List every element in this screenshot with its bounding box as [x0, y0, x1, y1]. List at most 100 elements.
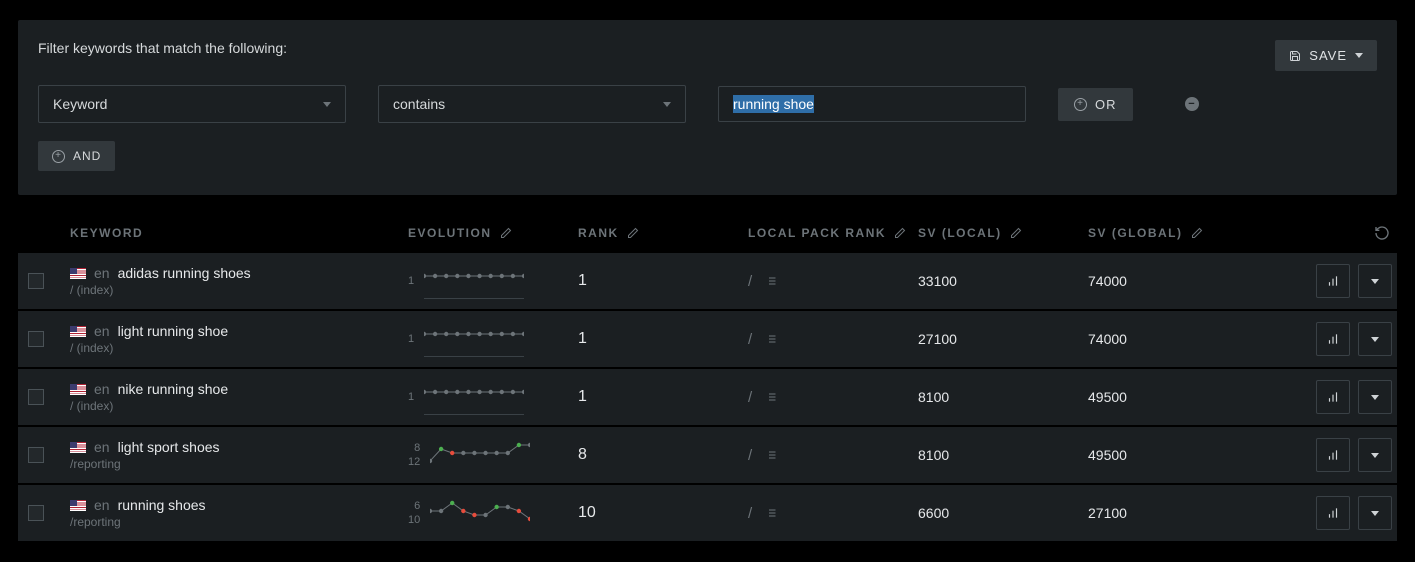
evolution-cell: 812: [408, 441, 578, 470]
local-pack-value: /: [748, 331, 752, 348]
language-code: en: [94, 265, 110, 281]
local-pack-value: /: [748, 273, 752, 290]
chevron-down-icon: [1371, 511, 1379, 516]
rank-value: 8: [578, 446, 748, 464]
filter-description: Filter keywords that match the following…: [38, 40, 287, 56]
chart-button[interactable]: [1316, 322, 1350, 356]
and-button[interactable]: + AND: [38, 141, 115, 171]
language-code: en: [94, 381, 110, 397]
col-local-pack[interactable]: LOCAL PACK RANK: [748, 226, 918, 240]
language-code: en: [94, 323, 110, 339]
list-icon[interactable]: [764, 391, 778, 403]
flag-us-icon: [70, 442, 86, 453]
chevron-down-icon: [1371, 453, 1379, 458]
col-keyword[interactable]: KEYWORD: [70, 226, 408, 240]
table-row: en nike running shoe / (index) 1 1 / 810…: [18, 369, 1397, 425]
sv-global-value: 74000: [1088, 331, 1268, 347]
keyword-text[interactable]: light sport shoes: [118, 439, 220, 455]
col-sv-local[interactable]: SV (LOCAL): [918, 226, 1088, 240]
sv-local-value: 8100: [918, 447, 1088, 463]
keyword-text[interactable]: light running shoe: [118, 323, 229, 339]
save-icon: [1289, 50, 1301, 62]
keywords-table: KEYWORD EVOLUTION RANK LOCAL PACK RANK S…: [18, 225, 1397, 541]
save-button[interactable]: SAVE: [1275, 40, 1377, 71]
row-checkbox[interactable]: [28, 273, 44, 289]
edit-icon[interactable]: [894, 227, 906, 239]
bar-chart-icon: [1326, 506, 1340, 520]
keyword-path: / (index): [70, 399, 408, 413]
row-menu-button[interactable]: [1358, 496, 1392, 530]
filter-panel: Filter keywords that match the following…: [18, 20, 1397, 195]
sv-local-value: 6600: [918, 505, 1088, 521]
keyword-path: / (index): [70, 283, 408, 297]
flag-us-icon: [70, 326, 86, 337]
evolution-cell: 610: [408, 499, 578, 528]
or-button[interactable]: + OR: [1058, 88, 1133, 121]
chart-button[interactable]: [1316, 264, 1350, 298]
col-sv-global[interactable]: SV (GLOBAL): [1088, 226, 1268, 240]
language-code: en: [94, 497, 110, 513]
sv-global-value: 74000: [1088, 273, 1268, 289]
filter-value-input[interactable]: running shoe: [718, 86, 1026, 122]
chevron-down-icon: [663, 102, 671, 107]
bar-chart-icon: [1326, 332, 1340, 346]
bar-chart-icon: [1326, 448, 1340, 462]
bar-chart-icon: [1326, 390, 1340, 404]
evolution-cell: 1: [408, 380, 578, 415]
keyword-text[interactable]: adidas running shoes: [118, 265, 251, 281]
rank-value: 10: [578, 504, 748, 522]
filter-operator-select[interactable]: contains: [378, 85, 686, 123]
sv-local-value: 8100: [918, 389, 1088, 405]
row-checkbox[interactable]: [28, 331, 44, 347]
evolution-cell: 1: [408, 264, 578, 299]
row-menu-button[interactable]: [1358, 322, 1392, 356]
table-header: KEYWORD EVOLUTION RANK LOCAL PACK RANK S…: [18, 225, 1397, 253]
flag-us-icon: [70, 384, 86, 395]
rank-value: 1: [578, 330, 748, 348]
table-row: en adidas running shoes / (index) 1 1 / …: [18, 253, 1397, 309]
list-icon[interactable]: [764, 449, 778, 461]
row-menu-button[interactable]: [1358, 438, 1392, 472]
chevron-down-icon: [1371, 395, 1379, 400]
row-menu-button[interactable]: [1358, 264, 1392, 298]
sv-global-value: 49500: [1088, 389, 1268, 405]
row-menu-button[interactable]: [1358, 380, 1392, 414]
edit-icon[interactable]: [627, 227, 639, 239]
evolution-cell: 1: [408, 322, 578, 357]
save-label: SAVE: [1309, 48, 1347, 63]
list-icon[interactable]: [764, 507, 778, 519]
sv-global-value: 27100: [1088, 505, 1268, 521]
keyword-text[interactable]: running shoes: [118, 497, 206, 513]
chevron-down-icon: [1355, 53, 1363, 58]
col-rank[interactable]: RANK: [578, 226, 748, 240]
chart-button[interactable]: [1316, 438, 1350, 472]
keyword-path: /reporting: [70, 515, 408, 529]
list-icon[interactable]: [764, 275, 778, 287]
sv-global-value: 49500: [1088, 447, 1268, 463]
chart-button[interactable]: [1316, 496, 1350, 530]
filter-operator-value: contains: [393, 96, 445, 112]
rank-value: 1: [578, 388, 748, 406]
and-label: AND: [73, 149, 101, 163]
filter-field-value: Keyword: [53, 96, 107, 112]
local-pack-value: /: [748, 389, 752, 406]
keyword-text[interactable]: nike running shoe: [118, 381, 229, 397]
chart-button[interactable]: [1316, 380, 1350, 414]
keyword-path: /reporting: [70, 457, 408, 471]
plus-circle-icon: +: [52, 150, 65, 163]
reset-icon[interactable]: [1374, 225, 1390, 241]
col-evolution[interactable]: EVOLUTION: [408, 226, 578, 240]
flag-us-icon: [70, 268, 86, 279]
bar-chart-icon: [1326, 274, 1340, 288]
edit-icon[interactable]: [1191, 227, 1203, 239]
filter-field-select[interactable]: Keyword: [38, 85, 346, 123]
filter-condition-row: Keyword contains running shoe + OR −: [38, 85, 1377, 123]
list-icon[interactable]: [764, 333, 778, 345]
edit-icon[interactable]: [1010, 227, 1022, 239]
chevron-down-icon: [1371, 279, 1379, 284]
edit-icon[interactable]: [500, 227, 512, 239]
row-checkbox[interactable]: [28, 389, 44, 405]
row-checkbox[interactable]: [28, 505, 44, 521]
remove-condition-button[interactable]: −: [1185, 97, 1199, 111]
row-checkbox[interactable]: [28, 447, 44, 463]
